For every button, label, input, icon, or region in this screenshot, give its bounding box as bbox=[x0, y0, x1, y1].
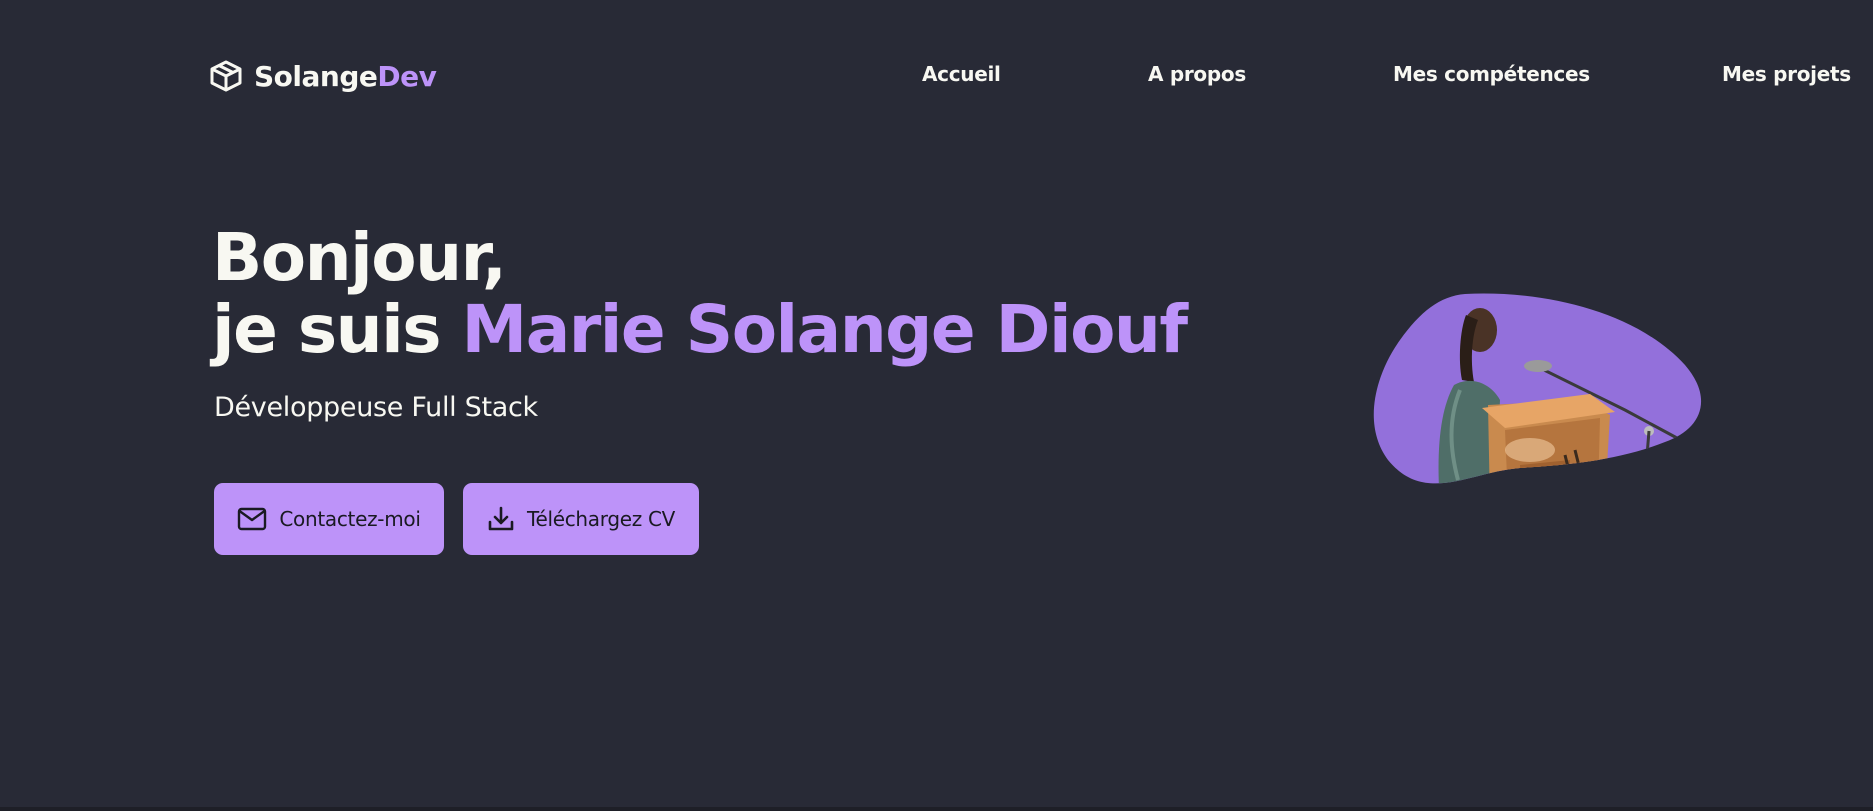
hero-intro: je suis bbox=[212, 291, 462, 368]
nav-link-a-propos[interactable]: A propos bbox=[1148, 62, 1246, 86]
page-bottom-border bbox=[0, 807, 1873, 811]
contact-button-label: Contactez-moi bbox=[279, 507, 421, 531]
download-icon bbox=[488, 506, 514, 531]
site-logo[interactable]: SolangeDev bbox=[208, 56, 437, 96]
page: SolangeDev Accueil A propos Mes compéten… bbox=[0, 0, 1873, 811]
nav-link-accueil[interactable]: Accueil bbox=[922, 62, 1001, 86]
portrait-photo bbox=[1373, 293, 1702, 484]
download-cv-button-label: Téléchargez CV bbox=[526, 507, 676, 531]
contact-button[interactable]: Contactez-moi bbox=[214, 483, 444, 555]
cube-icon bbox=[210, 60, 242, 92]
hero-subtitle: Développeuse Full Stack bbox=[214, 392, 538, 423]
logo-text: SolangeDev bbox=[254, 59, 437, 93]
nav-link-projets[interactable]: Mes projets bbox=[1722, 62, 1851, 86]
logo-text-main: Solange bbox=[254, 59, 378, 93]
nav-link-competences[interactable]: Mes compétences bbox=[1393, 62, 1590, 86]
hero-heading: Bonjour, je suis Marie Solange Diouf bbox=[212, 219, 1189, 368]
logo-text-accent: Dev bbox=[377, 59, 437, 93]
download-cv-button[interactable]: Téléchargez CV bbox=[463, 483, 699, 555]
mail-icon bbox=[238, 507, 267, 531]
hero-name: Marie Solange Diouf bbox=[461, 291, 1189, 368]
hero-greeting: Bonjour, bbox=[212, 219, 507, 296]
